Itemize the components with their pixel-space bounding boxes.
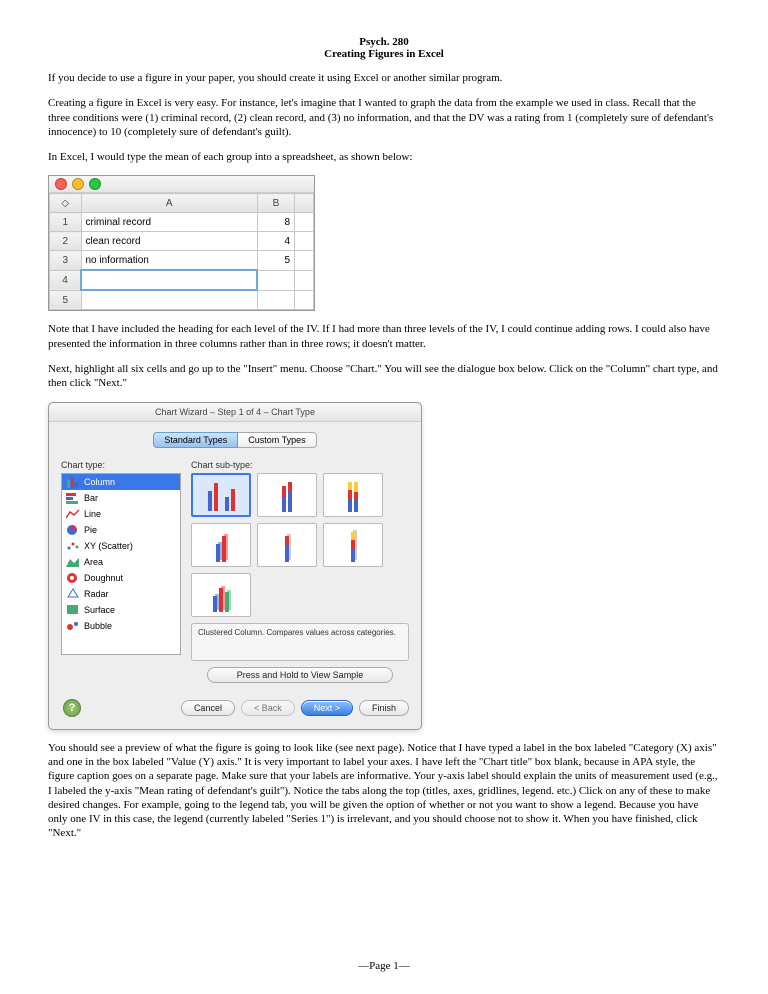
bubble-icon (66, 620, 80, 632)
col-header-c (295, 194, 314, 213)
finish-button[interactable]: Finish (359, 700, 409, 716)
view-sample-button[interactable]: Press and Hold to View Sample (207, 667, 393, 683)
select-all-cell: ◇ (50, 194, 82, 213)
excel-screenshot: ◇ A B 1 criminal record 8 2 clean record… (48, 175, 315, 311)
subtype-stacked-column[interactable] (257, 473, 317, 517)
cell-a5 (81, 290, 257, 310)
subtype-grid (191, 473, 409, 617)
chart-subtype-label: Chart sub-type: (191, 460, 409, 470)
tab-standard-types[interactable]: Standard Types (153, 432, 238, 448)
chart-type-bar[interactable]: Bar (62, 490, 180, 506)
minimize-icon (72, 178, 84, 190)
paragraph-3: In Excel, I would type the mean of each … (48, 150, 720, 164)
pie-icon (66, 524, 80, 536)
page-footer: —Page 1— (0, 960, 768, 972)
scatter-icon (66, 540, 80, 552)
list-item-label: Bubble (84, 621, 112, 631)
list-item-label: Bar (84, 493, 98, 503)
row-header: 4 (50, 270, 82, 290)
cell-a2: clean record (81, 232, 257, 251)
cell-a4 (81, 270, 257, 290)
list-item-label: XY (Scatter) (84, 541, 133, 551)
excel-grid: ◇ A B 1 criminal record 8 2 clean record… (49, 193, 314, 310)
excel-titlebar (49, 176, 314, 193)
paragraph-6: You should see a preview of what the fig… (48, 741, 720, 841)
paragraph-5: Next, highlight all six cells and go up … (48, 362, 720, 391)
subtype-3d-column[interactable] (191, 573, 251, 617)
list-item-label: Area (84, 557, 103, 567)
chart-type-pie[interactable]: Pie (62, 522, 180, 538)
header-line2: Creating Figures in Excel (48, 48, 720, 60)
list-item-label: Radar (84, 589, 109, 599)
subtype-clustered-column[interactable] (191, 473, 251, 517)
list-item-label: Line (84, 509, 101, 519)
cell-b4 (257, 270, 294, 290)
chart-type-scatter[interactable]: XY (Scatter) (62, 538, 180, 554)
doughnut-icon (66, 572, 80, 584)
subtype-3d-stacked[interactable] (257, 523, 317, 567)
chart-type-column[interactable]: Column (62, 474, 180, 490)
chart-type-list[interactable]: Column Bar Line (61, 473, 181, 655)
chart-type-doughnut[interactable]: Doughnut (62, 570, 180, 586)
list-item-label: Doughnut (84, 573, 123, 583)
list-item-label: Column (84, 477, 115, 487)
zoom-icon (89, 178, 101, 190)
column-icon (66, 476, 80, 488)
cell-a3: no information (81, 251, 257, 271)
col-header-b: B (257, 194, 294, 213)
chart-type-label: Chart type: (61, 460, 181, 470)
surface-icon (66, 604, 80, 616)
chart-type-radar[interactable]: Radar (62, 586, 180, 602)
subtype-3d-100pct[interactable] (323, 523, 383, 567)
cell-b1: 8 (257, 213, 294, 232)
tab-custom-types[interactable]: Custom Types (238, 432, 316, 448)
radar-icon (66, 588, 80, 600)
paragraph-1: If you decide to use a figure in your pa… (48, 71, 720, 85)
col-header-a: A (81, 194, 257, 213)
cell-b3: 5 (257, 251, 294, 271)
next-button[interactable]: Next > (301, 700, 353, 716)
cell-b2: 4 (257, 232, 294, 251)
list-item-label: Surface (84, 605, 115, 615)
chart-type-line[interactable]: Line (62, 506, 180, 522)
list-item-label: Pie (84, 525, 97, 535)
subtype-3d-clustered[interactable] (191, 523, 251, 567)
subtype-description: Clustered Column. Compares values across… (191, 623, 409, 661)
back-button[interactable]: < Back (241, 700, 295, 716)
chart-type-bubble[interactable]: Bubble (62, 618, 180, 634)
line-icon (66, 508, 80, 520)
close-icon (55, 178, 67, 190)
cell-b5 (257, 290, 294, 310)
paragraph-4: Note that I have included the heading fo… (48, 322, 720, 351)
subtype-100pct-stacked[interactable] (323, 473, 383, 517)
cancel-button[interactable]: Cancel (181, 700, 235, 716)
paragraph-2: Creating a figure in Excel is very easy.… (48, 96, 720, 139)
row-header: 3 (50, 251, 82, 271)
row-header: 2 (50, 232, 82, 251)
wizard-tabs: Standard Types Custom Types (49, 422, 421, 456)
cell-a1: criminal record (81, 213, 257, 232)
area-icon (66, 556, 80, 568)
row-header: 5 (50, 290, 82, 310)
chart-type-surface[interactable]: Surface (62, 602, 180, 618)
doc-header: Psych. 280 Creating Figures in Excel (48, 36, 720, 60)
help-icon[interactable]: ? (63, 699, 81, 717)
header-line1: Psych. 280 (48, 36, 720, 48)
row-header: 1 (50, 213, 82, 232)
bar-icon (66, 492, 80, 504)
chart-type-area[interactable]: Area (62, 554, 180, 570)
wizard-title: Chart Wizard – Step 1 of 4 – Chart Type (49, 403, 421, 422)
chart-wizard-dialog: Chart Wizard – Step 1 of 4 – Chart Type … (48, 402, 422, 730)
